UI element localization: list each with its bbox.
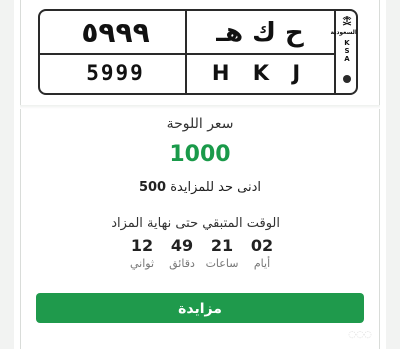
band-letter: S [344, 47, 350, 55]
countdown-seconds-label: ثواني [129, 257, 155, 270]
countdown-hours: 21 ساعات [204, 236, 240, 272]
countdown-hours-label: ساعات [205, 257, 239, 270]
countdown-title: الوقت المتبقي حتى نهاية المزاد [111, 216, 280, 231]
right-margin [386, 0, 400, 349]
watermark-logo: ◌◌◌ [348, 330, 372, 340]
plate-horizontal-divider [40, 53, 335, 55]
band-letter: K [344, 39, 350, 47]
band-ksa-label: K S A [337, 39, 357, 63]
countdown-days-label: أيام [253, 257, 271, 270]
bid-button[interactable]: مزايدة [36, 293, 364, 323]
band-country-arabic: السعودية [330, 29, 357, 36]
plate-number-arabic: ٥٩٩٩ [81, 16, 150, 49]
plate-country-band: السعودية K S A [330, 11, 357, 93]
price-value: 1000 [169, 142, 231, 167]
countdown-timer: 02 أيام 21 ساعات 49 دقائق 12 ثواني [120, 236, 280, 276]
countdown-days: 02 أيام [244, 236, 280, 272]
min-bid-info: ادنى حد للمزايدة 500 [20, 180, 380, 195]
plate-letters-english: H K J [211, 61, 309, 85]
page: ٥٩٩٩ ح ك هـ 5999 H K J السعودية K S A سع… [0, 0, 400, 349]
license-plate[interactable]: ٥٩٩٩ ح ك هـ 5999 H K J السعودية K S A [38, 9, 358, 95]
countdown-minutes-value: 49 [170, 236, 194, 255]
plate-number-english: 5999 [86, 61, 145, 85]
countdown-hours-value: 21 [210, 236, 234, 255]
plate-band-divider [334, 11, 336, 93]
plate-vertical-divider [185, 11, 187, 93]
band-letter: A [344, 55, 350, 63]
price-label: سعر اللوحة [166, 116, 234, 132]
palm-swords-emblem-icon [342, 16, 352, 26]
countdown-minutes: 49 دقائق [164, 236, 200, 272]
countdown-seconds-value: 12 [130, 236, 154, 255]
card-divider [20, 105, 380, 109]
min-bid-value: 500 [138, 180, 167, 195]
countdown-seconds: 12 ثواني [124, 236, 160, 272]
band-dot-icon [343, 75, 351, 83]
countdown-days-value: 02 [250, 236, 274, 255]
plate-letters-arabic: ح ك هـ [216, 18, 304, 48]
left-margin [0, 0, 14, 349]
min-bid-label: ادنى حد للمزايدة [170, 180, 262, 195]
countdown-minutes-label: دقائق [169, 257, 195, 270]
